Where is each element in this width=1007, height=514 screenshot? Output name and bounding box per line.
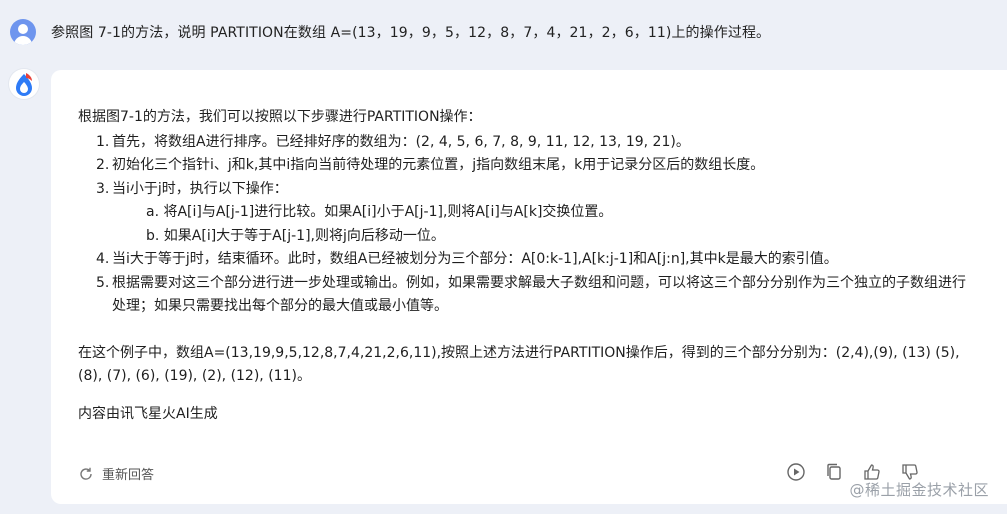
- list-item: 2. 初始化三个指针i、j和k,其中i指向当前待处理的元素位置，j指向数组末尾，…: [96, 157, 765, 173]
- answer-conclusion: 在这个例子中，数组A=(13,19,9,5,12,8,7,4,21,2,6,11…: [78, 344, 960, 385]
- question-text: 参照图 7-1的方法，说明 PARTITION在数组 A=(13，19，9，5，…: [51, 25, 771, 41]
- list-item: 1. 首先，将数组A进行排序。已经排好序的数组为：(2, 4, 5, 6, 7,…: [96, 133, 690, 150]
- sub-item: a. 将A[i]与A[j-1]进行比较。如果A[i]小于A[j-1],则将A[i…: [146, 204, 613, 220]
- refresh-icon: [80, 467, 92, 480]
- answer-card: 根据图7-1的方法，我们可以按照以下步骤进行PARTITION操作： 1. 首先…: [51, 70, 1007, 504]
- source-note: 内容由讯飞星火AI生成: [78, 405, 218, 422]
- copy-icon[interactable]: [824, 462, 844, 482]
- watermark: @稀土掘金技术社区: [849, 481, 989, 499]
- spark-logo-icon: [9, 69, 39, 99]
- list-item: 4. 当i大于等于j时，结束循环。此时，数组A已经被划分为三个部分：A[0:k-…: [96, 251, 838, 267]
- steps-list: 1. 首先，将数组A进行排序。已经排好序的数组为：(2, 4, 5, 6, 7,…: [78, 131, 978, 319]
- regenerate-label: 重新回答: [102, 468, 155, 483]
- list-item: 3. 当i小于j时，执行以下操作： a. 将A[i]与A[j-1]进行比较。如果…: [78, 178, 978, 249]
- question-row: 参照图 7-1的方法，说明 PARTITION在数组 A=(13，19，9，5，…: [10, 16, 770, 48]
- sub-item: b. 如果A[i]大于等于A[j-1],则将j向后移动一位。: [146, 227, 445, 244]
- play-icon[interactable]: [786, 462, 806, 482]
- answer-intro: 根据图7-1的方法，我们可以按照以下步骤进行PARTITION操作：: [78, 109, 482, 125]
- list-item: 5. 根据需要对这三个部分进行进一步处理或输出。例如，如果需要求解最大子数组和问…: [96, 274, 966, 315]
- user-avatar: [10, 19, 36, 45]
- regenerate-button[interactable]: 重新回答: [78, 464, 154, 483]
- answer-body: 根据图7-1的方法，我们可以按照以下步骤进行PARTITION操作： 1. 首先…: [78, 106, 978, 426]
